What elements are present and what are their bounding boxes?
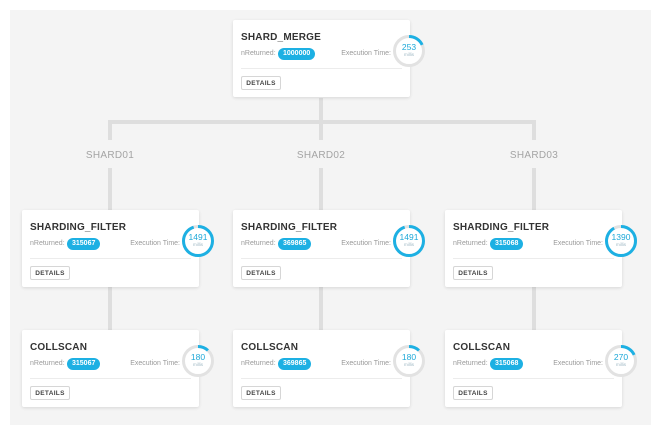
nreturned-label: nReturned: xyxy=(453,240,488,247)
details-button[interactable]: DETAILS xyxy=(30,266,70,280)
execution-time-label: Execution Time: xyxy=(341,50,391,57)
stage-name: SHARDING_FILTER xyxy=(30,222,127,233)
execution-time-gauge: 1390 millis xyxy=(604,224,638,258)
stage-metrics: nReturned: 1000000 Execution Time: xyxy=(241,48,391,60)
execution-time-value: 270 xyxy=(613,352,629,362)
execution-time-gauge: 180 millis xyxy=(181,344,215,378)
connector-merge-stem xyxy=(319,98,323,122)
stage-name: SHARDING_FILTER xyxy=(241,222,338,233)
stage-metrics: nReturned: 315068 Execution Time: xyxy=(453,238,603,250)
connector-shard03-top xyxy=(532,120,536,140)
connector-shard02-bottom xyxy=(319,287,323,330)
execution-time-gauge: 253 millis xyxy=(392,34,426,68)
stage-metrics: nReturned: 315067 Execution Time: xyxy=(30,358,180,370)
execution-time-gauge: 270 millis xyxy=(604,344,638,378)
connector-shard01-top xyxy=(108,120,112,140)
nreturned-badge: 315068 xyxy=(490,358,524,370)
execution-time-value: 180 xyxy=(190,352,206,362)
details-button[interactable]: DETAILS xyxy=(241,386,281,400)
stage-metrics: nReturned: 369865 Execution Time: xyxy=(241,238,391,250)
execution-time-unit: millis xyxy=(193,242,203,247)
execution-time-unit: millis xyxy=(404,242,414,247)
execution-time-gauge: 1491 millis xyxy=(392,224,426,258)
connector-shard02-top xyxy=(319,120,323,140)
nreturned-badge: 315068 xyxy=(490,238,524,250)
nreturned-badge: 315067 xyxy=(67,238,101,250)
execution-time-label: Execution Time: xyxy=(130,360,180,367)
details-button[interactable]: DETAILS xyxy=(241,266,281,280)
connector-shard03-bottom xyxy=(532,287,536,330)
execution-time-label: Execution Time: xyxy=(553,240,603,247)
connector-shard03-mid xyxy=(532,168,536,210)
execution-time-gauge: 1491 millis xyxy=(181,224,215,258)
nreturned-badge: 1000000 xyxy=(278,48,316,60)
execution-time-value: 253 xyxy=(401,42,417,52)
shard-label: SHARD01 xyxy=(85,150,135,161)
stage-name: SHARD_MERGE xyxy=(241,32,321,43)
details-button[interactable]: DETAILS xyxy=(453,266,493,280)
execution-time-label: Execution Time: xyxy=(341,240,391,247)
nreturned-badge: 369865 xyxy=(278,238,312,250)
nreturned-label: nReturned: xyxy=(30,240,65,247)
execution-time-value: 1491 xyxy=(188,232,208,242)
stage-metrics: nReturned: 315067 Execution Time: xyxy=(30,238,180,250)
stage-name: SHARDING_FILTER xyxy=(453,222,550,233)
card-divider xyxy=(30,258,191,259)
stage-name: COLLSCAN xyxy=(241,342,299,353)
nreturned-label: nReturned: xyxy=(241,360,276,367)
shard-label: SHARD02 xyxy=(296,150,346,161)
card-divider xyxy=(241,378,402,379)
stage-metrics: nReturned: 369865 Execution Time: xyxy=(241,358,391,370)
stage-name: COLLSCAN xyxy=(30,342,88,353)
card-divider xyxy=(453,258,614,259)
execution-time-unit: millis xyxy=(193,362,203,367)
stage-card-sharding-filter[interactable]: SHARDING_FILTER nReturned: 315067 Execut… xyxy=(22,210,214,287)
stage-card-shard-merge[interactable]: SHARD_MERGE nReturned: 1000000 Execution… xyxy=(233,20,425,97)
card-divider xyxy=(241,68,402,69)
execution-time-gauge: 180 millis xyxy=(392,344,426,378)
connector-shard02-mid xyxy=(319,168,323,210)
execution-time-value: 1491 xyxy=(399,232,419,242)
card-divider xyxy=(241,258,402,259)
connector-shard01-mid xyxy=(108,168,112,210)
card-divider xyxy=(453,378,614,379)
stage-metrics: nReturned: 315068 Execution Time: xyxy=(453,358,603,370)
nreturned-badge: 315067 xyxy=(67,358,101,370)
stage-card-collscan[interactable]: COLLSCAN nReturned: 315067 Execution Tim… xyxy=(22,330,214,407)
nreturned-label: nReturned: xyxy=(241,240,276,247)
nreturned-badge: 369865 xyxy=(278,358,312,370)
execution-time-label: Execution Time: xyxy=(553,360,603,367)
shard-label: SHARD03 xyxy=(509,150,559,161)
execution-time-unit: millis xyxy=(404,362,414,367)
stage-card-collscan[interactable]: COLLSCAN nReturned: 369865 Execution Tim… xyxy=(233,330,425,407)
nreturned-label: nReturned: xyxy=(453,360,488,367)
execution-time-unit: millis xyxy=(616,362,626,367)
execution-time-value: 180 xyxy=(401,352,417,362)
details-button[interactable]: DETAILS xyxy=(241,76,281,90)
execution-time-value: 1390 xyxy=(611,232,631,242)
stage-name: COLLSCAN xyxy=(453,342,511,353)
execution-time-unit: millis xyxy=(616,242,626,247)
stage-card-sharding-filter[interactable]: SHARDING_FILTER nReturned: 369865 Execut… xyxy=(233,210,425,287)
execution-time-unit: millis xyxy=(404,52,414,57)
nreturned-label: nReturned: xyxy=(30,360,65,367)
card-divider xyxy=(30,378,191,379)
nreturned-label: nReturned: xyxy=(241,50,276,57)
stage-card-sharding-filter[interactable]: SHARDING_FILTER nReturned: 315068 Execut… xyxy=(445,210,637,287)
execution-time-label: Execution Time: xyxy=(341,360,391,367)
connector-shard01-bottom xyxy=(108,287,112,330)
explain-plan-canvas: SHARD01 SHARD02 SHARD03 SHARD_MERGE nRet… xyxy=(10,10,651,425)
stage-card-collscan[interactable]: COLLSCAN nReturned: 315068 Execution Tim… xyxy=(445,330,637,407)
details-button[interactable]: DETAILS xyxy=(30,386,70,400)
execution-time-label: Execution Time: xyxy=(130,240,180,247)
details-button[interactable]: DETAILS xyxy=(453,386,493,400)
